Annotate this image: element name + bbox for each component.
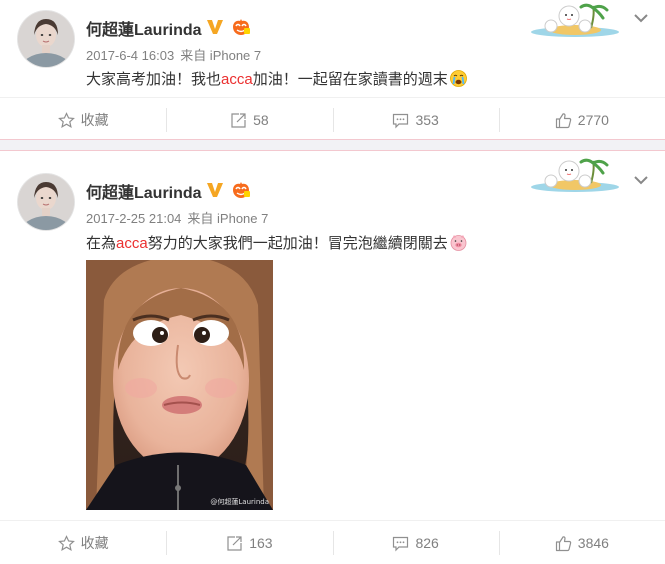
post-text-part: 在為 (86, 235, 117, 252)
post-timestamp[interactable]: 2017-2-25 21:04 (86, 211, 181, 226)
post-card: 何超蓮Laurinda 2017-6-4 16:03 来自 iPhone 7 大… (0, 0, 665, 139)
chevron-down-icon[interactable] (633, 174, 649, 186)
post-source: 来自 iPhone 7 (187, 211, 269, 226)
post-meta: 2017-2-25 21:04 来自 iPhone 7 (86, 208, 268, 227)
post-image[interactable]: @何超蓮Laurinda (86, 260, 273, 510)
repost-button[interactable]: 58 (166, 98, 332, 142)
post-text-part: 努力的大家我們一起加油！冒完泡繼續閉關去 (147, 235, 448, 252)
post-timestamp[interactable]: 2017-6-4 16:03 (86, 48, 174, 63)
vip-member-icon[interactable] (231, 181, 251, 199)
favorite-label: 收藏 (80, 112, 109, 128)
card-decoration-icon (531, 158, 619, 192)
star-icon (57, 534, 75, 551)
verified-v-icon (207, 20, 223, 34)
pig-face-emoji-icon (450, 235, 467, 251)
repost-icon (231, 112, 246, 128)
image-watermark: @何超蓮Laurinda (210, 498, 269, 506)
post-card: 何超蓮Laurinda 2017-2-25 21:04 来自 iPhone 7 … (0, 151, 665, 564)
feed-separator (0, 139, 665, 151)
thumbs-up-icon (555, 112, 572, 128)
like-button[interactable]: 3846 (498, 521, 665, 564)
chevron-down-icon[interactable] (633, 12, 649, 24)
comment-button[interactable]: 826 (332, 521, 499, 564)
post-text: 在為acca努力的大家我們一起加油！冒完泡繼續閉關去 (86, 232, 467, 253)
crying-face-emoji-icon (449, 70, 467, 87)
like-count: 2770 (577, 112, 609, 128)
comment-count: 353 (415, 112, 439, 128)
favorite-button[interactable]: 收藏 (0, 521, 166, 564)
like-count: 3846 (577, 535, 609, 551)
repost-count: 58 (253, 112, 269, 128)
post-text: 大家高考加油！我也acca加油！一起留在家讀書的週末 (86, 68, 467, 89)
user-avatar[interactable] (18, 11, 74, 67)
comment-button[interactable]: 353 (332, 98, 499, 142)
post-action-bar: 收藏 58 353 2770 (0, 97, 665, 142)
post-text-highlight: acca (116, 235, 148, 252)
post-action-bar: 收藏 163 826 3846 (0, 520, 665, 564)
vip-member-icon[interactable] (231, 18, 251, 36)
favorite-button[interactable]: 收藏 (0, 98, 166, 142)
post-meta: 2017-6-4 16:03 来自 iPhone 7 (86, 45, 261, 64)
user-avatar[interactable] (18, 174, 74, 230)
post-text-part: 加油！一起留在家讀書的週末 (252, 71, 448, 88)
repost-icon (227, 535, 242, 551)
repost-button[interactable]: 163 (166, 521, 332, 564)
repost-count: 163 (249, 535, 273, 551)
verified-v-icon (207, 183, 223, 197)
post-source: 来自 iPhone 7 (180, 48, 262, 63)
username[interactable]: 何超蓮Laurinda (86, 16, 202, 40)
card-decoration-icon (531, 3, 619, 37)
username[interactable]: 何超蓮Laurinda (86, 179, 202, 203)
star-icon (57, 111, 75, 128)
thumbs-up-icon (555, 535, 572, 551)
post-text-highlight: acca (221, 71, 253, 88)
comment-icon (393, 536, 409, 551)
favorite-label: 收藏 (80, 535, 109, 551)
post-text-part: 大家高考加油！我也 (86, 71, 222, 88)
comment-count: 826 (415, 535, 439, 551)
weibo-feed: 何超蓮Laurinda 2017-6-4 16:03 来自 iPhone 7 大… (0, 0, 665, 564)
like-button[interactable]: 2770 (498, 98, 665, 142)
comment-icon (393, 113, 409, 128)
